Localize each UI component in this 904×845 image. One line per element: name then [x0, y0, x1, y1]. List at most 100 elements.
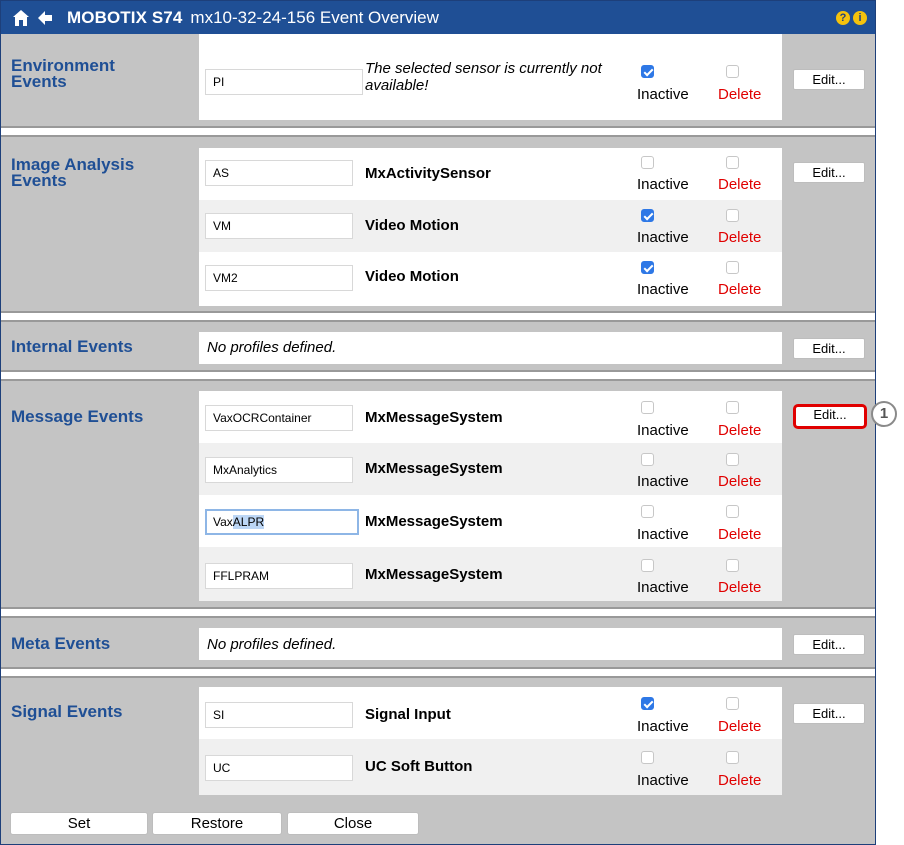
profile-description: MxMessageSystem [365, 513, 503, 530]
inactive-checkbox[interactable] [641, 697, 654, 710]
help-icon[interactable]: ? [836, 10, 850, 25]
table-row: PI The selected sensor is currently not … [199, 34, 782, 120]
delete-label: Delete [718, 579, 762, 596]
section-title: Environment Events [11, 56, 115, 91]
callout-marker: 1 [871, 401, 897, 427]
section-internal-events: Internal Events No profiles defined. Edi… [1, 322, 875, 370]
edit-button[interactable]: Edit... [793, 338, 865, 359]
profile-name-field[interactable]: MxAnalytics [205, 457, 353, 483]
edit-button[interactable]: Edit... [793, 634, 865, 655]
section-divider [1, 667, 875, 678]
inactive-label: Inactive [637, 579, 689, 596]
delete-checkbox[interactable] [726, 751, 739, 764]
inactive-label: Inactive [637, 718, 689, 735]
table-row: No profiles defined. [199, 628, 782, 660]
delete-checkbox[interactable] [726, 156, 739, 169]
profile-name-field[interactable]: UC [205, 755, 353, 781]
profile-name-field[interactable]: PI [205, 69, 363, 95]
delete-label: Delete [718, 422, 762, 439]
set-button[interactable]: Set [10, 812, 148, 835]
inactive-checkbox[interactable] [641, 156, 654, 169]
table-row: AS MxActivitySensor Inactive Delete [199, 148, 782, 200]
close-button[interactable]: Close [287, 812, 419, 835]
profile-description: MxMessageSystem [365, 409, 503, 426]
profile-description: UC Soft Button [365, 758, 473, 775]
profile-name-field[interactable]: FFLPRAM [205, 563, 353, 589]
table-row: VaxOCRContainer MxMessageSystem Inactive… [199, 391, 782, 443]
footer-bar: Set Restore Close [1, 801, 875, 844]
delete-label: Delete [718, 176, 762, 193]
section-meta-events: Meta Events No profiles defined. Edit... [1, 618, 875, 667]
section-divider [1, 126, 875, 137]
section-signal-events: Signal Events SI Signal Input Inactive D… [1, 678, 875, 801]
inactive-label: Inactive [637, 473, 689, 490]
edit-button[interactable]: Edit... [793, 703, 865, 724]
delete-checkbox[interactable] [726, 453, 739, 466]
profile-name-field[interactable]: VM2 [205, 265, 353, 291]
table-row: VM2 Video Motion Inactive Delete [199, 252, 782, 306]
table-row: No profiles defined. [199, 332, 782, 364]
delete-label: Delete [718, 526, 762, 543]
inactive-checkbox[interactable] [641, 751, 654, 764]
home-icon[interactable] [11, 8, 31, 28]
inactive-label: Inactive [637, 176, 689, 193]
delete-checkbox[interactable] [726, 261, 739, 274]
table-row: SI Signal Input Inactive Delete [199, 687, 782, 739]
inactive-checkbox[interactable] [641, 401, 654, 414]
inactive-checkbox[interactable] [641, 505, 654, 518]
section-title: Image Analysis Events [11, 155, 135, 190]
inactive-checkbox[interactable] [641, 559, 654, 572]
table-row: UC UC Soft Button Inactive Delete [199, 739, 782, 795]
delete-checkbox[interactable] [726, 65, 739, 78]
section-image-analysis-events: Image Analysis Events AS MxActivitySenso… [1, 137, 875, 311]
inactive-checkbox[interactable] [641, 261, 654, 274]
inactive-checkbox[interactable] [641, 209, 654, 222]
delete-label: Delete [718, 473, 762, 490]
section-title: Message Events [11, 407, 144, 426]
page-title: mx10-32-24-156 Event Overview [190, 7, 439, 27]
delete-label: Delete [718, 772, 762, 789]
event-overview-window: MOBOTIX S74 mx10-32-24-156 Event Overvie… [0, 0, 876, 845]
edit-button-highlighted[interactable]: Edit... [793, 404, 867, 429]
profile-name-field[interactable]: SI [205, 702, 353, 728]
inactive-label: Inactive [637, 526, 689, 543]
profile-name-field[interactable]: VM [205, 213, 353, 239]
section-environment-events: Environment Events PI The selected senso… [1, 34, 875, 126]
info-icon[interactable]: i [853, 10, 867, 25]
section-message-events: Message Events VaxOCRContainer MxMessage… [1, 381, 875, 607]
delete-checkbox[interactable] [726, 697, 739, 710]
inactive-label: Inactive [637, 229, 689, 246]
edit-button[interactable]: Edit... [793, 162, 865, 183]
table-row: FFLPRAM MxMessageSystem Inactive Delete [199, 547, 782, 601]
profile-name-field[interactable]: VaxALPR [205, 509, 359, 535]
profile-description: Video Motion [365, 217, 459, 234]
edit-button[interactable]: Edit... [793, 69, 865, 90]
inactive-label: Inactive [637, 422, 689, 439]
delete-label: Delete [718, 281, 762, 298]
profile-name-field[interactable]: AS [205, 160, 353, 186]
delete-label: Delete [718, 718, 762, 735]
delete-label: Delete [718, 229, 762, 246]
delete-checkbox[interactable] [726, 401, 739, 414]
inactive-checkbox[interactable] [641, 65, 654, 78]
profile-name-field[interactable]: VaxOCRContainer [205, 405, 353, 431]
delete-checkbox[interactable] [726, 559, 739, 572]
restore-button[interactable]: Restore [152, 812, 282, 835]
profile-description: MxActivitySensor [365, 165, 491, 182]
table-row: VM Video Motion Inactive Delete [199, 200, 782, 252]
no-profiles-text: No profiles defined. [207, 636, 337, 653]
table-row: VaxALPR MxMessageSystem Inactive Delete [199, 495, 782, 547]
inactive-checkbox[interactable] [641, 453, 654, 466]
inactive-label: Inactive [637, 86, 689, 103]
section-title: Internal Events [11, 337, 133, 356]
delete-checkbox[interactable] [726, 505, 739, 518]
back-arrow-icon[interactable] [35, 8, 55, 28]
section-title: Signal Events [11, 702, 123, 721]
profile-description: Signal Input [365, 706, 451, 723]
profile-description: MxMessageSystem [365, 460, 503, 477]
delete-checkbox[interactable] [726, 209, 739, 222]
profile-description: The selected sensor is currently not ava… [365, 60, 602, 94]
selected-text: ALPR [232, 515, 265, 529]
section-title: Meta Events [11, 634, 111, 653]
profile-description: MxMessageSystem [365, 566, 503, 583]
